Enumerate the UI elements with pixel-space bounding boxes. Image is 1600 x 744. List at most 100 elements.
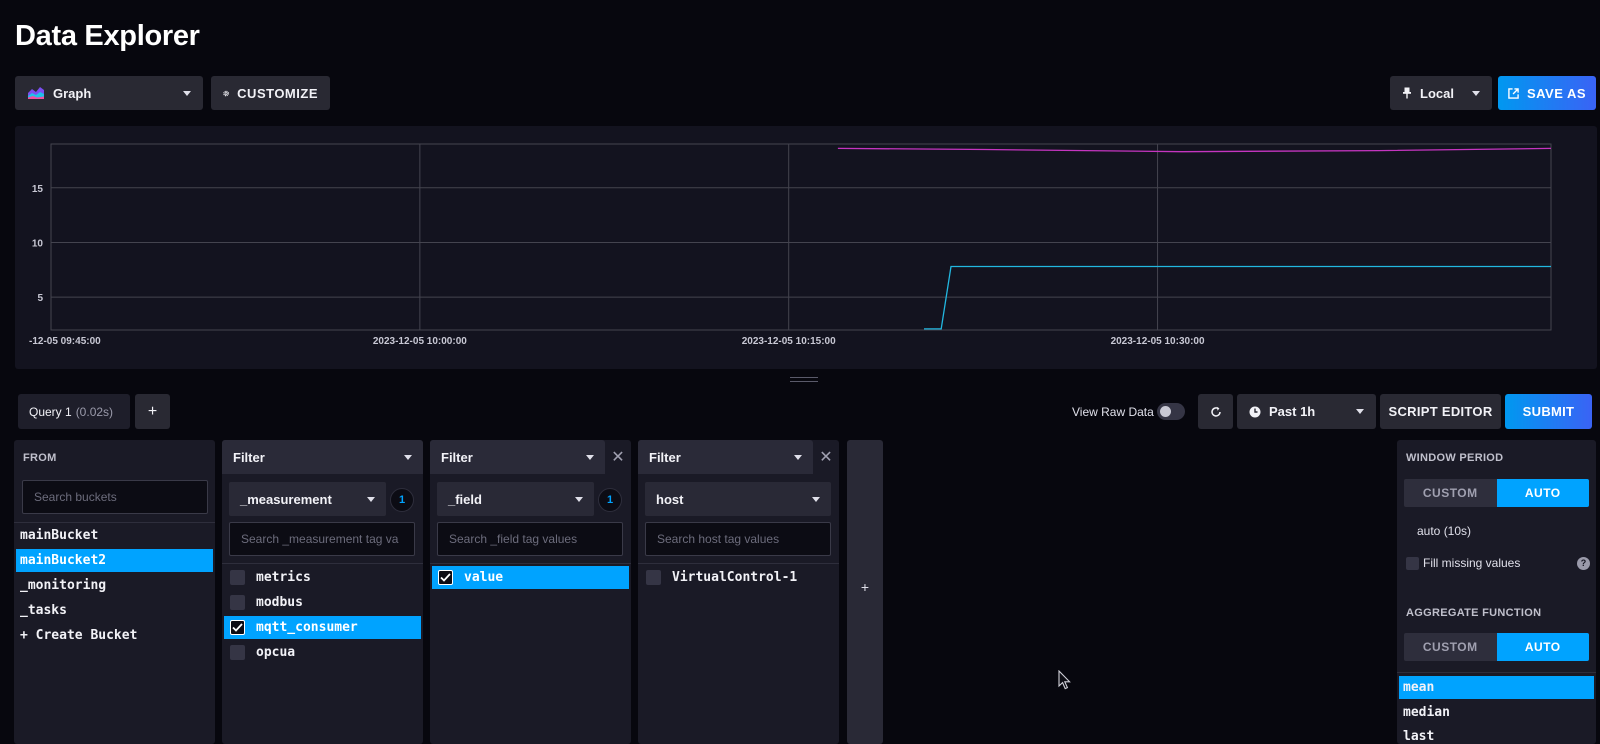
view-type-dropdown[interactable]: Graph xyxy=(15,76,203,110)
query-tab[interactable]: Query 1 (0.02s) xyxy=(18,394,130,429)
aggregate-function-item-selected[interactable]: mean xyxy=(1399,676,1594,699)
clock-icon xyxy=(1249,406,1261,417)
aggregate-function-toggle: CUSTOM AUTO xyxy=(1404,633,1589,661)
bucket-item[interactable]: _tasks xyxy=(16,599,213,622)
pin-icon xyxy=(1403,87,1411,99)
aggregate-function-item[interactable]: median xyxy=(1399,701,1594,724)
window-period-value: auto (10s) xyxy=(1417,524,1472,538)
export-icon xyxy=(1508,87,1519,99)
filter-head-label: Filter xyxy=(649,449,681,465)
tag-key-dropdown[interactable]: _field xyxy=(437,482,594,516)
timezone-label: Local xyxy=(1420,85,1454,101)
tag-value-search-input[interactable] xyxy=(437,522,623,556)
tag-value-item-selected[interactable]: value xyxy=(432,566,629,589)
y-tick-label: 15 xyxy=(32,184,44,195)
tag-key-label: _field xyxy=(448,491,482,507)
tag-value-item[interactable]: VirtualControl-1 xyxy=(640,566,837,589)
check-icon xyxy=(440,573,451,582)
series-line xyxy=(837,147,1552,153)
timezone-dropdown[interactable]: Local xyxy=(1390,76,1492,110)
script-editor-button[interactable]: SCRIPT EDITOR xyxy=(1380,394,1501,429)
bucket-item-selected[interactable]: mainBucket2 xyxy=(16,549,213,572)
customize-label: CUSTOMIZE xyxy=(237,85,318,101)
refresh-button[interactable] xyxy=(1198,394,1233,429)
tag-value-search-input[interactable] xyxy=(645,522,831,556)
aggregate-function-title: AGGREGATE FUNCTION xyxy=(1406,607,1542,619)
remove-filter-close-icon[interactable]: ✕ xyxy=(605,440,631,474)
fill-missing-label: Fill missing values xyxy=(1423,556,1521,570)
line-chart: -12-05 09:45:00 2023-12-05 10:00:00 2023-1… xyxy=(29,143,1552,347)
tag-value-item-selected[interactable]: mqtt_consumer xyxy=(224,616,421,639)
save-as-button[interactable]: SAVE AS xyxy=(1498,76,1596,110)
bucket-item[interactable]: mainBucket xyxy=(16,524,213,547)
submit-button[interactable]: SUBMIT xyxy=(1505,394,1592,429)
checkbox[interactable] xyxy=(230,645,245,660)
window-custom-button[interactable]: CUSTOM xyxy=(1404,479,1497,507)
divider xyxy=(1397,672,1596,673)
tag-value-label: opcua xyxy=(256,645,296,660)
window-period-title: WINDOW PERIOD xyxy=(1406,452,1504,464)
checkbox-checked[interactable] xyxy=(438,570,453,585)
filter-head-label: Filter xyxy=(441,449,473,465)
filter-card-host: Filter ✕ host VirtualControl-1 xyxy=(638,440,839,744)
window-auto-button[interactable]: AUTO xyxy=(1496,479,1589,507)
checkbox-checked[interactable] xyxy=(230,620,245,635)
time-range-dropdown[interactable]: Past 1h xyxy=(1237,394,1376,429)
customize-button[interactable]: CUSTOMIZE xyxy=(211,76,330,110)
page-title: Data Explorer xyxy=(15,20,200,52)
filter-function-dropdown[interactable]: Filter xyxy=(430,440,605,474)
x-tick-label: 2023-12-05 10:30:00 xyxy=(1111,336,1205,347)
divider xyxy=(14,522,215,523)
chevron-down-icon xyxy=(794,454,802,460)
help-icon[interactable]: ? xyxy=(1577,556,1590,570)
y-tick-label: 10 xyxy=(32,238,44,249)
divider xyxy=(430,563,631,564)
view-raw-data-toggle[interactable] xyxy=(1157,403,1185,420)
graph-panel[interactable]: -12-05 09:45:00 2023-12-05 10:00:00 2023-1… xyxy=(15,126,1597,369)
tag-key-dropdown[interactable]: host xyxy=(645,482,831,516)
tag-value-label: value xyxy=(464,570,504,585)
tag-value-label: VirtualControl-1 xyxy=(672,570,798,585)
remove-filter-close-icon[interactable]: ✕ xyxy=(813,440,839,474)
resize-handle[interactable] xyxy=(790,377,818,383)
query-tab-label: Query 1 xyxy=(29,404,72,419)
checkbox[interactable] xyxy=(230,570,245,585)
add-filter-button[interactable]: + xyxy=(847,440,883,744)
tag-value-item[interactable]: modbus xyxy=(224,591,421,614)
tag-value-label: mqtt_consumer xyxy=(256,620,358,635)
aggregate-function-item[interactable]: last xyxy=(1399,725,1594,744)
save-as-label: SAVE AS xyxy=(1526,85,1587,101)
x-tick-label: -12-05 09:45:00 xyxy=(29,336,101,347)
tag-value-item[interactable]: opcua xyxy=(224,641,421,664)
aggregate-custom-button[interactable]: CUSTOM xyxy=(1404,633,1497,661)
fill-missing-checkbox[interactable] xyxy=(1406,556,1419,570)
aggregate-auto-button[interactable]: AUTO xyxy=(1496,633,1589,661)
chevron-down-icon xyxy=(1356,409,1364,414)
create-bucket-link[interactable]: + Create Bucket xyxy=(16,624,213,647)
bucket-search-input[interactable] xyxy=(22,480,208,514)
time-range-label: Past 1h xyxy=(1269,404,1316,419)
fill-missing-row[interactable]: Fill missing values ? xyxy=(1406,556,1590,570)
checkbox[interactable] xyxy=(646,570,661,585)
tag-key-label: _measurement xyxy=(240,491,332,507)
mouse-cursor-icon xyxy=(1058,670,1071,690)
gear-icon xyxy=(223,90,229,96)
filter-function-dropdown[interactable]: Filter xyxy=(222,440,423,474)
bucket-item[interactable]: _monitoring xyxy=(16,574,213,597)
selected-count-badge: 1 xyxy=(390,488,414,512)
refresh-icon xyxy=(1210,406,1221,417)
chevron-down-icon xyxy=(183,90,191,96)
chevron-down-icon xyxy=(367,496,375,502)
filter-function-dropdown[interactable]: Filter xyxy=(638,440,813,474)
chevron-down-icon xyxy=(575,496,583,502)
tag-key-dropdown[interactable]: _measurement xyxy=(229,482,386,516)
add-query-button[interactable]: + xyxy=(135,394,170,429)
toggle-knob xyxy=(1160,406,1171,417)
tag-value-label: metrics xyxy=(256,570,311,585)
checkbox[interactable] xyxy=(230,595,245,610)
tag-value-item[interactable]: metrics xyxy=(224,566,421,589)
query-duration: (0.02s) xyxy=(75,404,114,419)
divider xyxy=(638,563,839,564)
tag-value-search-input[interactable] xyxy=(229,522,415,556)
selected-count-badge: 1 xyxy=(598,488,622,512)
